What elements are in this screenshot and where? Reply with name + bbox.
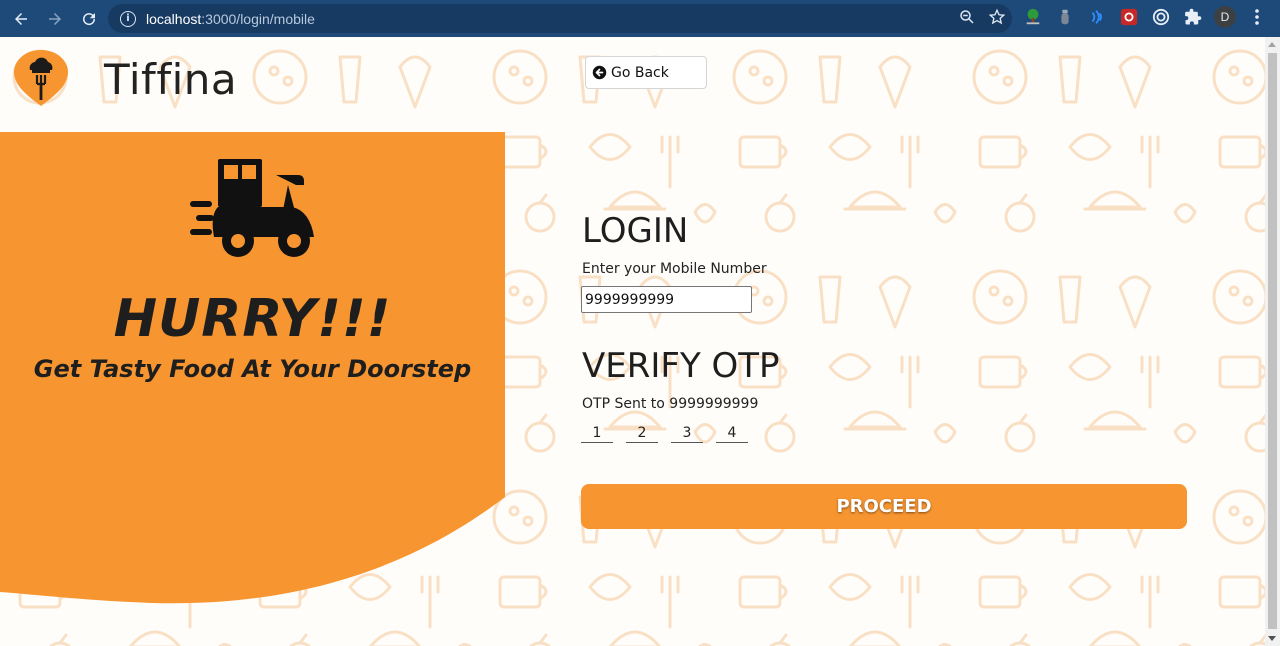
wave-extension-icon[interactable] bbox=[1086, 6, 1108, 28]
page-scrollbar[interactable] bbox=[1265, 37, 1280, 646]
zoom-icon[interactable] bbox=[958, 8, 976, 26]
scrollbar-thumb[interactable] bbox=[1268, 53, 1277, 629]
mobile-number-input[interactable] bbox=[581, 286, 752, 313]
bottle-extension-icon[interactable] bbox=[1054, 6, 1076, 28]
go-back-button[interactable]: Go Back bbox=[585, 56, 707, 89]
menu-dots-icon[interactable] bbox=[1246, 6, 1268, 28]
otp-digit-1-input[interactable] bbox=[581, 424, 613, 443]
otp-digit-4-input[interactable] bbox=[716, 424, 748, 443]
scroll-down-arrow-icon[interactable] bbox=[1268, 636, 1276, 641]
arrow-right-icon bbox=[49, 12, 61, 25]
delivery-scooter-icon bbox=[190, 159, 314, 257]
otp-input-group bbox=[581, 424, 748, 443]
profile-avatar[interactable]: D bbox=[1214, 6, 1236, 28]
page-content: Tiffina Go Back HURRY!!! Get Tasty Food … bbox=[0, 37, 1265, 646]
go-back-label: Go Back bbox=[611, 64, 669, 81]
address-bar[interactable]: i localhost:3000/login/mobile bbox=[108, 4, 1012, 33]
otp-sent-text: OTP Sent to 9999999999 bbox=[582, 396, 759, 412]
red-extension-icon[interactable] bbox=[1118, 6, 1140, 28]
mobile-number-label: Enter your Mobile Number bbox=[582, 261, 767, 277]
forward-button[interactable] bbox=[40, 4, 70, 34]
back-button[interactable] bbox=[6, 4, 36, 34]
otp-digit-3-input[interactable] bbox=[671, 424, 703, 443]
proceed-button[interactable]: PROCEED bbox=[581, 484, 1187, 529]
browser-toolbar: i localhost:3000/login/mobile D bbox=[0, 0, 1280, 37]
tiffina-logo bbox=[14, 50, 68, 106]
target-extension-icon[interactable] bbox=[1150, 6, 1172, 28]
tree-extension-icon[interactable] bbox=[1022, 6, 1044, 28]
otp-digit-2-input[interactable] bbox=[626, 424, 658, 443]
arrow-circle-left-icon bbox=[592, 65, 607, 80]
reload-icon bbox=[83, 12, 96, 25]
arrow-left-icon bbox=[15, 12, 27, 25]
url-host: localhost bbox=[146, 10, 202, 27]
verify-otp-title: VERIFY OTP bbox=[582, 346, 780, 386]
login-title: LOGIN bbox=[582, 211, 689, 251]
reload-button[interactable] bbox=[74, 4, 104, 34]
scroll-up-arrow-icon[interactable] bbox=[1268, 42, 1276, 47]
promo-headline: HURRY!!! bbox=[113, 289, 392, 349]
brand-name: Tiffina bbox=[104, 55, 238, 104]
promo-tagline: Get Tasty Food At Your Doorstep bbox=[33, 355, 472, 383]
star-icon[interactable] bbox=[988, 8, 1006, 26]
info-icon[interactable]: i bbox=[120, 10, 136, 27]
url-path: :3000/login/mobile bbox=[201, 10, 315, 27]
puzzle-extension-icon[interactable] bbox=[1182, 6, 1204, 28]
url-text: localhost:3000/login/mobile bbox=[146, 11, 315, 27]
